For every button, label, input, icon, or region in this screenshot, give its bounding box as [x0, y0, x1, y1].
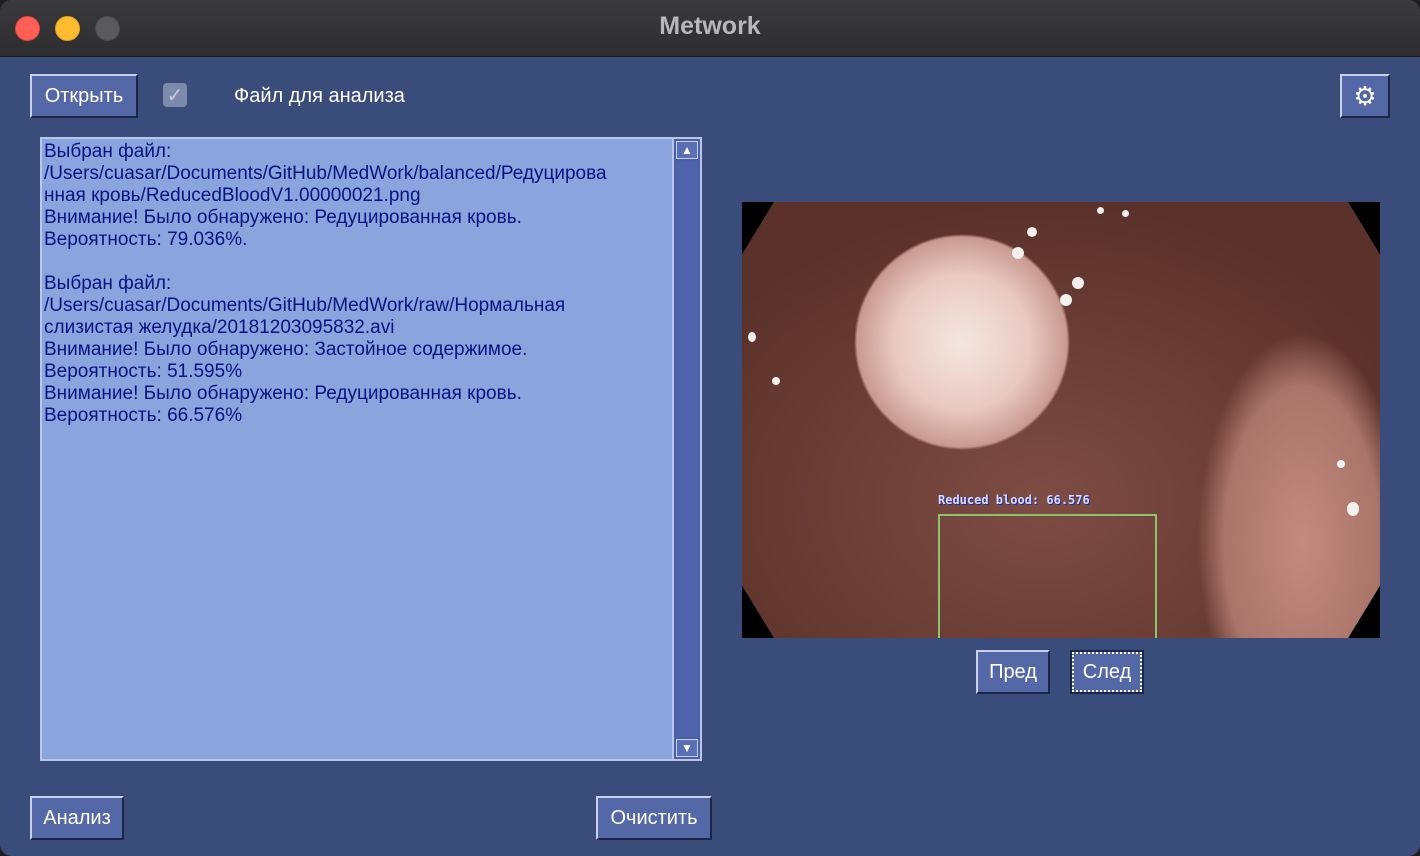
- bubble: [1060, 294, 1072, 306]
- bubble: [1027, 227, 1037, 237]
- analyze-button[interactable]: Анализ: [30, 796, 124, 840]
- title-bar: Metwork: [0, 0, 1420, 57]
- settings-button[interactable]: ⚙: [1340, 74, 1390, 118]
- scroll-down-icon[interactable]: ▼: [676, 739, 698, 757]
- scroll-track[interactable]: [676, 161, 698, 737]
- next-button[interactable]: След: [1070, 650, 1144, 694]
- file-checkbox[interactable]: ✓: [163, 83, 187, 107]
- bubble: [748, 332, 756, 342]
- bubble: [1347, 502, 1359, 516]
- log-scrollbar[interactable]: ▲ ▼: [672, 139, 700, 759]
- bubble: [1337, 460, 1345, 468]
- clear-button[interactable]: Очистить: [596, 796, 712, 840]
- file-label: Файл для анализа: [234, 85, 405, 107]
- window-title: Metwork: [659, 12, 761, 40]
- prev-button[interactable]: Пред: [976, 650, 1050, 694]
- bubble: [1012, 247, 1024, 259]
- log-text: Выбран файл: /Users/cuasar/Documents/Git…: [44, 141, 607, 426]
- gear-icon: ⚙: [1353, 80, 1377, 111]
- bubble: [1097, 207, 1104, 214]
- detection-box: [938, 514, 1157, 638]
- log-textarea[interactable]: Выбран файл: /Users/cuasar/Documents/Git…: [40, 137, 702, 761]
- app-window: Metwork Открыть ✓ Файл для анализа ⚙ Выб…: [0, 0, 1420, 856]
- open-button[interactable]: Открыть: [30, 74, 138, 118]
- scroll-up-icon[interactable]: ▲: [676, 141, 698, 159]
- bubble: [772, 377, 780, 385]
- checkmark-icon: ✓: [166, 84, 184, 107]
- main-content: Открыть ✓ Файл для анализа ⚙ Выбран файл…: [0, 57, 1420, 856]
- image-viewer: Reduced blood: 66.576: [742, 202, 1380, 638]
- bubble: [1072, 277, 1084, 289]
- bubble: [1122, 210, 1129, 217]
- detection-label: Reduced blood: 66.576: [938, 493, 1090, 507]
